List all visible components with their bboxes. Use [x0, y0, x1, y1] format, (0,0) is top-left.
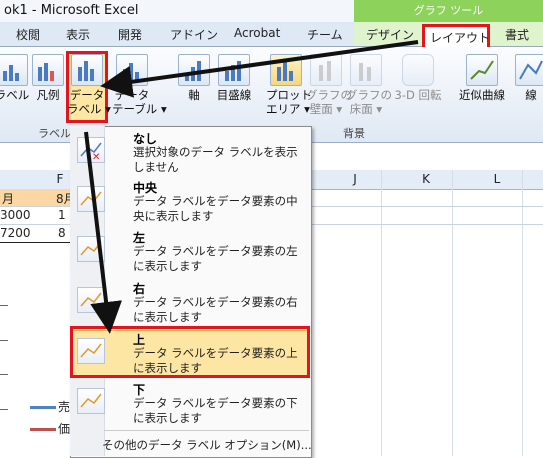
- chart-wall-button[interactable]: グラフの 壁面 ▾: [306, 54, 352, 116]
- cell[interactable]: 1: [58, 208, 66, 222]
- tab-developer[interactable]: 開発: [118, 26, 142, 43]
- 3d-rotation-icon: [402, 54, 434, 86]
- menu-item-desc: 選択対象のデータ ラベルを表示しません: [133, 145, 298, 174]
- button-label-2: ラベル ▾: [67, 102, 111, 116]
- menu-item-center[interactable]: 中央 データ ラベルをデータ要素の中央に表示します: [71, 176, 309, 226]
- column-divider: [452, 170, 453, 456]
- data-table-button[interactable]: データ テーブル ▾: [112, 54, 167, 116]
- tab-addins[interactable]: アドイン: [170, 26, 218, 43]
- trendline-icon: [466, 54, 498, 86]
- table-border: [0, 242, 70, 243]
- column-header-f[interactable]: F: [50, 172, 70, 186]
- button-label-2: 床面 ▾: [349, 102, 383, 116]
- lines-icon: [515, 54, 543, 86]
- legend-label-sales: 売: [58, 400, 71, 414]
- gridlines-button[interactable]: 目盛線: [214, 54, 254, 106]
- button-label-2: エリア ▾: [266, 102, 310, 116]
- below-label-icon: [77, 388, 105, 414]
- tab-team[interactable]: チーム: [307, 26, 343, 43]
- tab-review[interactable]: 校閲: [16, 26, 40, 43]
- trendline-button[interactable]: 近似曲線: [458, 54, 506, 106]
- labels-icon: [0, 54, 28, 86]
- plot-area-button[interactable]: プロット エリア ▾: [266, 54, 312, 116]
- tab-view[interactable]: 表示: [66, 26, 90, 43]
- column-header-k[interactable]: K: [416, 172, 436, 186]
- data-labels-icon: [71, 54, 103, 86]
- button-label-2: 壁面 ▾: [309, 102, 343, 116]
- menu-item-none[interactable]: ✕ なし 選択対象のデータ ラベルを表示しません: [71, 127, 309, 177]
- button-label: 3-D 回転: [394, 88, 442, 102]
- axes-icon: [178, 54, 210, 86]
- menu-separator: [104, 430, 309, 431]
- button-label: 凡例: [36, 88, 60, 102]
- tab-acrobat[interactable]: Acrobat: [234, 26, 280, 40]
- cell[interactable]: 8: [58, 226, 66, 240]
- center-label-icon: [77, 186, 105, 212]
- chart-tools-context-header: グラフ ツール: [354, 0, 543, 24]
- button-label: データ: [69, 88, 105, 102]
- gridlines-icon: [218, 54, 250, 86]
- column-header-j[interactable]: J: [345, 172, 365, 186]
- trendline-glyph-icon: [470, 60, 494, 80]
- menu-item-left[interactable]: 左 データ ラベルをデータ要素の左に表示します: [71, 226, 309, 276]
- chart-floor-icon: [350, 54, 382, 86]
- menu-item-desc: データ ラベルをデータ要素の右に表示します: [133, 295, 298, 324]
- no-label-icon: ✕: [77, 137, 105, 163]
- 3d-rotation-button[interactable]: 3-D 回転: [392, 54, 444, 106]
- axes-button[interactable]: 軸: [174, 54, 214, 106]
- left-label-icon: [77, 236, 105, 262]
- svg-text:✕: ✕: [92, 152, 100, 162]
- button-label: 軸: [188, 88, 200, 102]
- menu-item-desc: データ ラベルをデータ要素の左に表示します: [133, 244, 298, 273]
- more-data-label-options[interactable]: その他のデータ ラベル オプション(M)...: [102, 437, 312, 453]
- lines-glyph-icon: [519, 60, 543, 80]
- menu-item-above-highlight: [70, 326, 310, 378]
- group-label-background: 背景: [343, 127, 365, 140]
- lines-button[interactable]: 線: [511, 54, 543, 106]
- button-label: 線: [525, 88, 537, 102]
- column-divider: [522, 170, 523, 456]
- cell[interactable]: 7200: [0, 226, 31, 240]
- data-table-icon: [116, 54, 148, 86]
- window-title: ok1 - Microsoft Excel: [4, 3, 139, 18]
- data-labels-button[interactable]: データ ラベル ▾: [67, 54, 111, 116]
- button-label-2: テーブル ▾: [112, 102, 167, 116]
- button-label: データ: [114, 88, 150, 102]
- chart-tick: [0, 340, 8, 341]
- cell[interactable]: 月: [2, 190, 14, 207]
- cell[interactable]: 3000: [0, 208, 31, 222]
- plot-area-icon: [270, 54, 302, 86]
- button-label: プロット: [266, 88, 312, 102]
- right-label-icon: [77, 287, 105, 313]
- legend-swatch-sales: [30, 406, 56, 409]
- menu-item-below[interactable]: 下 データ ラベルをデータ要素の下に表示します: [71, 378, 309, 428]
- tab-design[interactable]: デザイン: [366, 26, 414, 43]
- menu-item-desc: データ ラベルをデータ要素の中央に表示します: [133, 194, 298, 223]
- tab-format[interactable]: 書式: [505, 26, 529, 43]
- chart-tick: [0, 305, 8, 306]
- group-label-labels: ラベル: [38, 127, 71, 140]
- legend-label-price: 価: [58, 422, 71, 436]
- button-label: グラフの: [346, 88, 392, 102]
- legend-button[interactable]: 凡例: [28, 54, 68, 106]
- column-divider: [381, 170, 382, 456]
- tab-layout[interactable]: レイアウト: [430, 29, 490, 46]
- chart-floor-button[interactable]: グラフの 床面 ▾: [346, 54, 392, 116]
- legend-swatch-price: [30, 428, 56, 431]
- legend-icon: [32, 54, 64, 86]
- column-header-l[interactable]: L: [487, 172, 507, 186]
- chart-tick: [0, 409, 8, 410]
- menu-item-desc: データ ラベルをデータ要素の下に表示します: [133, 396, 298, 425]
- button-label: 近似曲線: [459, 88, 505, 102]
- chart-wall-icon: [310, 54, 342, 86]
- button-label: 目盛線: [216, 88, 252, 102]
- button-label: グラフの: [306, 88, 352, 102]
- chart-tick: [0, 374, 8, 375]
- menu-item-right[interactable]: 右 データ ラベルをデータ要素の右に表示します: [71, 277, 309, 327]
